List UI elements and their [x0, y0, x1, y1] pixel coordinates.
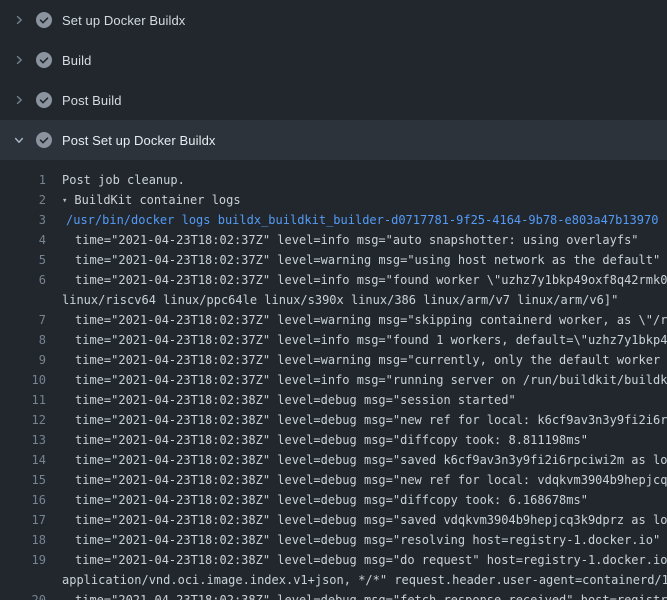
line-text: time="2021-04-23T18:02:37Z" level=warnin…: [56, 350, 667, 370]
log-line: 18 time="2021-04-23T18:02:38Z" level=deb…: [0, 530, 667, 550]
line-number[interactable]: 19: [0, 550, 56, 570]
log-line: 10 time="2021-04-23T18:02:37Z" level=inf…: [0, 370, 667, 390]
line-text: time="2021-04-23T18:02:37Z" level=warnin…: [56, 310, 667, 330]
check-circle-icon: [36, 132, 52, 148]
log-line: 19 time="2021-04-23T18:02:38Z" level=deb…: [0, 550, 667, 570]
log-line: 20 time="2021-04-23T18:02:38Z" level=deb…: [0, 590, 667, 600]
line-number[interactable]: 16: [0, 490, 56, 510]
line-text: time="2021-04-23T18:02:37Z" level=info m…: [56, 370, 667, 390]
line-text: time="2021-04-23T18:02:38Z" level=debug …: [56, 550, 667, 570]
line-text: time="2021-04-23T18:02:38Z" level=debug …: [56, 590, 667, 600]
line-text: time="2021-04-23T18:02:38Z" level=debug …: [56, 490, 667, 510]
line-text: time="2021-04-23T18:02:38Z" level=debug …: [56, 450, 667, 470]
line-number[interactable]: [0, 570, 56, 590]
step-row-set-up-docker-buildx[interactable]: Set up Docker Buildx: [0, 0, 667, 40]
step-row-post-set-up-docker-buildx[interactable]: Post Set up Docker Buildx: [0, 120, 667, 160]
check-circle-icon: [36, 92, 52, 108]
step-label: Set up Docker Buildx: [62, 13, 185, 28]
line-number[interactable]: 10: [0, 370, 56, 390]
log-line: 11 time="2021-04-23T18:02:38Z" level=deb…: [0, 390, 667, 410]
log-line: 4 time="2021-04-23T18:02:37Z" level=info…: [0, 230, 667, 250]
log-line: application/vnd.oci.image.index.v1+json,…: [0, 570, 667, 590]
log-line: 2 ▾ BuildKit container logs: [0, 190, 667, 210]
chevron-right-icon: [10, 52, 28, 68]
line-text: time="2021-04-23T18:02:37Z" level=info m…: [56, 270, 667, 290]
check-circle-icon: [36, 52, 52, 68]
line-text: time="2021-04-23T18:02:38Z" level=debug …: [56, 430, 667, 450]
step-label: Post Build: [62, 93, 122, 108]
line-number[interactable]: 17: [0, 510, 56, 530]
line-text: application/vnd.oci.image.index.v1+json,…: [56, 570, 667, 590]
line-text: time="2021-04-23T18:02:38Z" level=debug …: [56, 390, 667, 410]
log-line: 12 time="2021-04-23T18:02:38Z" level=deb…: [0, 410, 667, 430]
log-line: 3 /usr/bin/docker logs buildx_buildkit_b…: [0, 210, 667, 230]
step-label: Build: [62, 53, 91, 68]
line-text: time="2021-04-23T18:02:37Z" level=info m…: [56, 330, 667, 350]
line-text: linux/riscv64 linux/ppc64le linux/s390x …: [56, 290, 667, 310]
line-number[interactable]: 5: [0, 250, 56, 270]
log-line: 9 time="2021-04-23T18:02:37Z" level=warn…: [0, 350, 667, 370]
log-line: 17 time="2021-04-23T18:02:38Z" level=deb…: [0, 510, 667, 530]
line-number[interactable]: 9: [0, 350, 56, 370]
check-circle-icon: [36, 12, 52, 28]
log-line: 13 time="2021-04-23T18:02:38Z" level=deb…: [0, 430, 667, 450]
line-number[interactable]: 6: [0, 270, 56, 290]
chevron-right-icon: [10, 92, 28, 108]
step-label: Post Set up Docker Buildx: [62, 133, 216, 148]
line-number[interactable]: 15: [0, 470, 56, 490]
group-title[interactable]: BuildKit container logs: [74, 193, 240, 207]
line-number[interactable]: 4: [0, 230, 56, 250]
log-line: 15 time="2021-04-23T18:02:38Z" level=deb…: [0, 470, 667, 490]
line-number[interactable]: 11: [0, 390, 56, 410]
log-line: 5 time="2021-04-23T18:02:37Z" level=warn…: [0, 250, 667, 270]
chevron-right-icon: [10, 12, 28, 28]
log-line: 6 time="2021-04-23T18:02:37Z" level=info…: [0, 270, 667, 290]
line-number[interactable]: 20: [0, 590, 56, 600]
log-line: linux/riscv64 linux/ppc64le linux/s390x …: [0, 290, 667, 310]
line-text: /usr/bin/docker logs buildx_buildkit_bui…: [56, 210, 667, 230]
line-text: ▾ BuildKit container logs: [56, 190, 667, 210]
line-number[interactable]: 7: [0, 310, 56, 330]
line-number[interactable]: 2: [0, 190, 56, 210]
line-number[interactable]: 8: [0, 330, 56, 350]
line-text: Post job cleanup.: [56, 170, 667, 190]
log-area: 1 Post job cleanup. 2 ▾ BuildKit containe…: [0, 160, 667, 600]
line-number[interactable]: 13: [0, 430, 56, 450]
line-number[interactable]: 3: [0, 210, 56, 230]
group-expander-icon[interactable]: ▾: [62, 191, 67, 210]
log-line: 1 Post job cleanup.: [0, 170, 667, 190]
line-number[interactable]: [0, 290, 56, 310]
line-number[interactable]: 14: [0, 450, 56, 470]
line-text: time="2021-04-23T18:02:37Z" level=info m…: [56, 230, 667, 250]
log-line: 14 time="2021-04-23T18:02:38Z" level=deb…: [0, 450, 667, 470]
step-row-build[interactable]: Build: [0, 40, 667, 80]
line-text: time="2021-04-23T18:02:37Z" level=warnin…: [56, 250, 667, 270]
log-line: 16 time="2021-04-23T18:02:38Z" level=deb…: [0, 490, 667, 510]
line-number[interactable]: 1: [0, 170, 56, 190]
actions-log-viewer: Set up Docker Buildx Build Post Build Po…: [0, 0, 667, 600]
line-number[interactable]: 18: [0, 530, 56, 550]
chevron-down-icon: [10, 132, 28, 148]
log-line: 7 time="2021-04-23T18:02:37Z" level=warn…: [0, 310, 667, 330]
step-row-post-build[interactable]: Post Build: [0, 80, 667, 120]
line-text: time="2021-04-23T18:02:38Z" level=debug …: [56, 470, 667, 490]
line-text: time="2021-04-23T18:02:38Z" level=debug …: [56, 510, 667, 530]
line-number[interactable]: 12: [0, 410, 56, 430]
log-line: 8 time="2021-04-23T18:02:37Z" level=info…: [0, 330, 667, 350]
line-text: time="2021-04-23T18:02:38Z" level=debug …: [56, 530, 667, 550]
line-text: time="2021-04-23T18:02:38Z" level=debug …: [56, 410, 667, 430]
